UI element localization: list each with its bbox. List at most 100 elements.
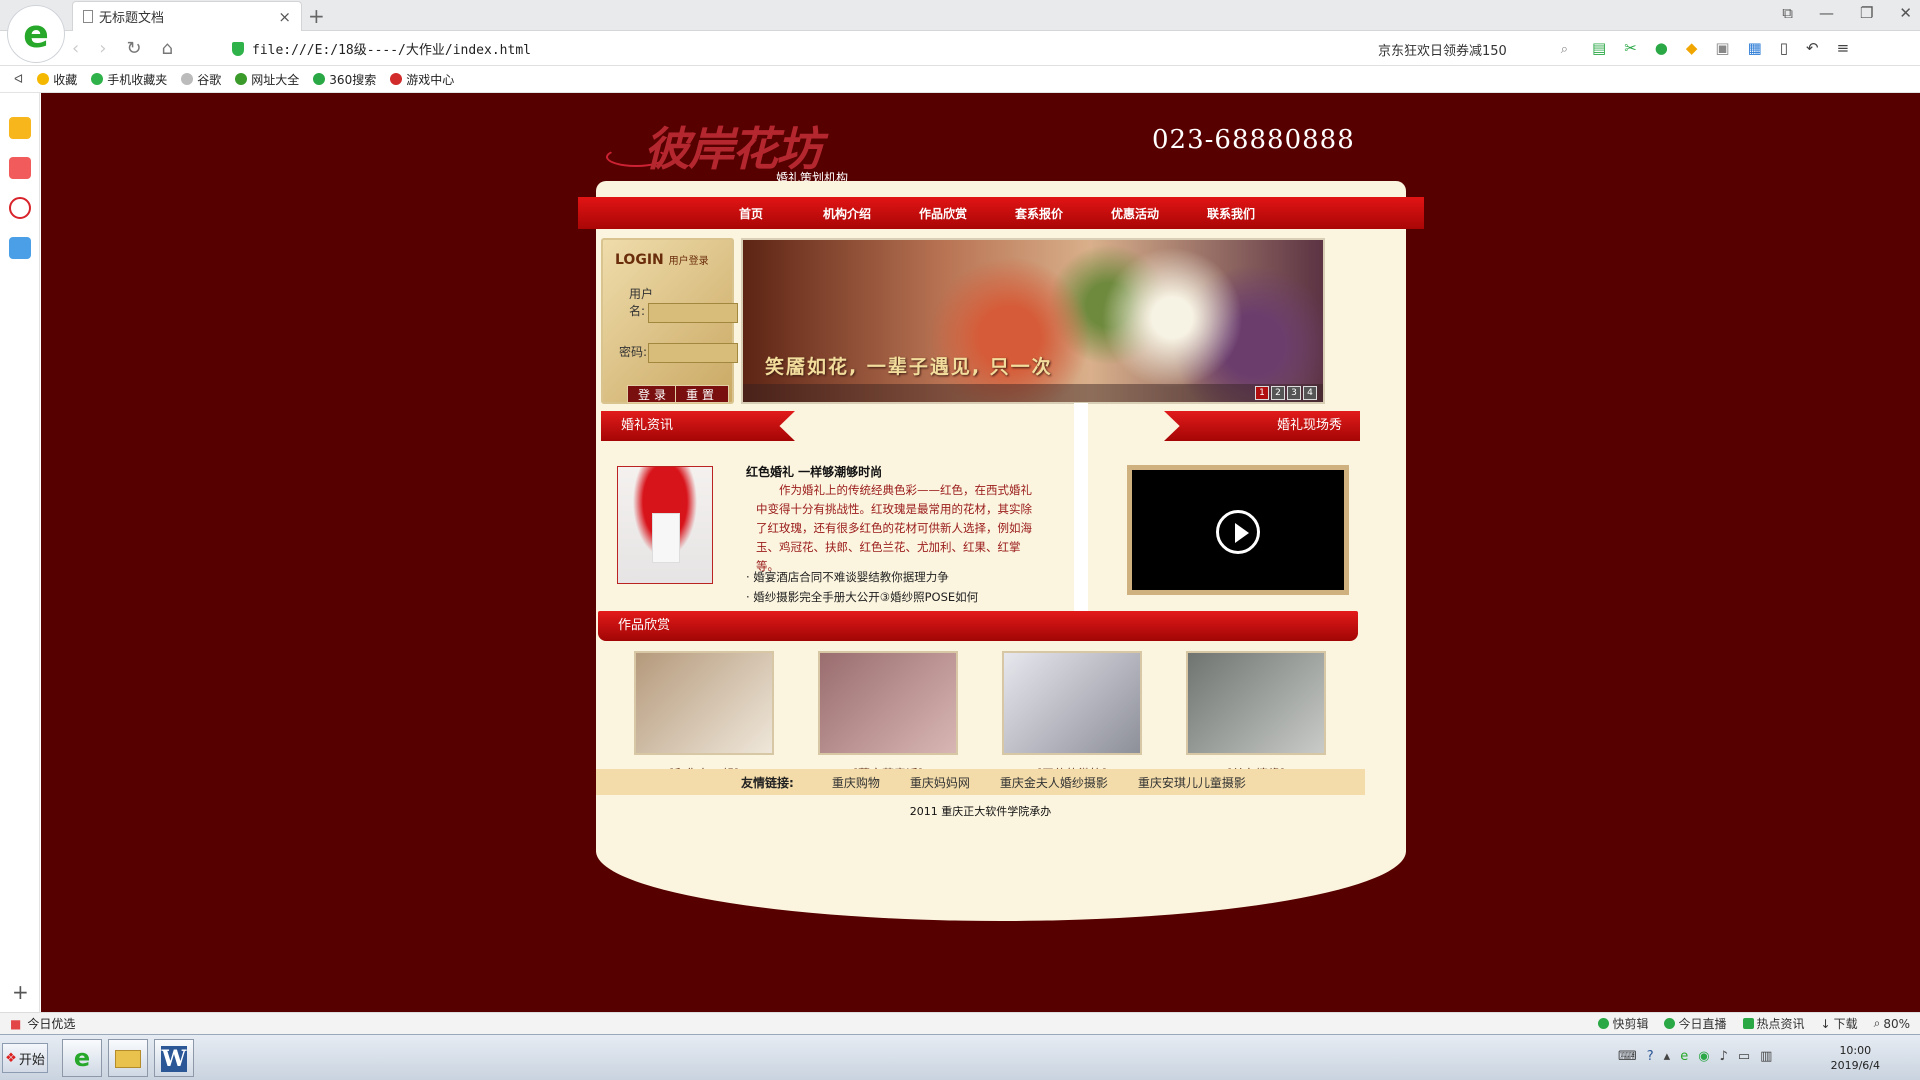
fav-item-2[interactable]: 谷歌 — [181, 71, 221, 88]
friend-link[interactable]: 重庆金夫人婚纱摄影 — [1000, 774, 1108, 791]
menu-about[interactable]: 机构介绍 — [799, 205, 895, 222]
notes-icon[interactable] — [9, 157, 31, 179]
tablet-icon[interactable]: ▯ — [1780, 39, 1788, 57]
fav-item-1[interactable]: 手机收藏夹 — [91, 71, 167, 88]
live-item[interactable]: 今日直播 — [1664, 1015, 1727, 1032]
search-input[interactable]: 京东狂欢日领券减150 ⌕ — [1378, 38, 1568, 60]
download-item[interactable]: ↓ 下载 — [1821, 1015, 1858, 1032]
banner-pager: 1 2 3 4 — [1255, 386, 1317, 400]
banner-page-2[interactable]: 2 — [1271, 386, 1285, 400]
password-field[interactable] — [648, 343, 738, 363]
back-icon[interactable]: ‹ — [72, 38, 79, 59]
url-field[interactable]: file:///E:/18级----/大作业/index.html — [232, 39, 531, 58]
username-field[interactable] — [648, 303, 738, 323]
shield-icon[interactable]: ◆ — [1686, 39, 1698, 57]
password-label: 密码: — [619, 345, 648, 359]
wifi-icon[interactable]: ▥ — [1760, 1049, 1772, 1064]
forward-icon[interactable]: › — [99, 38, 106, 59]
apps-icon[interactable]: ▦ — [1748, 39, 1762, 57]
work-photo — [1186, 651, 1326, 755]
menu-contact[interactable]: 联系我们 — [1183, 205, 1279, 222]
windows-logo-icon: ❖ — [5, 1050, 17, 1066]
menu-icon[interactable]: ≡ — [1837, 39, 1850, 57]
menu-works[interactable]: 作品欣赏 — [895, 205, 991, 222]
fav-item-3[interactable]: 网址大全 — [235, 71, 299, 88]
login-title: LOGIN 用户登录 — [615, 252, 709, 268]
security-tray-icon[interactable]: ◉ — [1698, 1049, 1709, 1064]
news-title[interactable]: 红色婚礼 一样够潮够时尚 — [746, 463, 882, 480]
friend-links-bar: 友情链接: 重庆购物 重庆妈妈网 重庆金夫人婚纱摄影 重庆安琪儿儿童摄影 — [596, 769, 1365, 795]
news-link[interactable]: · 婚纱摄影完全手册大公开③婚纱照POSE如何 — [746, 587, 978, 607]
clock[interactable]: 10:00 2019/6/4 — [1831, 1043, 1880, 1073]
quick-clip-item[interactable]: 快剪辑 — [1598, 1015, 1648, 1032]
close-tab-icon[interactable]: × — [278, 8, 291, 26]
menu-home[interactable]: 首页 — [703, 205, 799, 222]
browser-status-bar: ■ 今日优选 快剪辑 今日直播 热点资讯 ↓ 下载 ⌕ 80% — [0, 1012, 1920, 1034]
reader-icon[interactable]: ▤ — [1592, 39, 1606, 57]
work-item[interactable]: [单车情缘] — [1186, 651, 1326, 782]
network-icon[interactable]: ▴ — [1664, 1049, 1671, 1064]
news-link[interactable]: · 婚宴酒店合同不难谈婴结教你据理力争 — [746, 567, 978, 587]
page-icon — [181, 73, 194, 85]
maximize-button[interactable]: ❐ — [1860, 4, 1873, 22]
play-icon[interactable] — [1216, 510, 1260, 554]
reset-button[interactable]: 重置 — [675, 385, 729, 403]
news-dot-icon — [1742, 1018, 1754, 1029]
banner-page-4[interactable]: 4 — [1303, 386, 1317, 400]
taskbar-browser-icon[interactable]: e — [62, 1039, 102, 1077]
weibo-icon[interactable] — [9, 197, 31, 219]
translate-icon[interactable]: ● — [1655, 39, 1668, 57]
video-player[interactable] — [1127, 465, 1349, 595]
work-item[interactable]: [天使的微笑] — [1002, 651, 1142, 782]
image-icon[interactable]: ▣ — [1715, 39, 1729, 57]
menu-packages[interactable]: 套系报价 — [991, 205, 1087, 222]
undo-icon[interactable]: ↶ — [1806, 39, 1819, 57]
clock-time: 10:00 — [1839, 1044, 1872, 1057]
zoom-level[interactable]: ⌕ 80% — [1874, 1015, 1910, 1032]
new-tab-button[interactable]: + — [308, 4, 325, 28]
browser-tab[interactable]: 无标题文档 × — [72, 1, 302, 31]
banner-page-1[interactable]: 1 — [1255, 386, 1269, 400]
start-button[interactable]: ❖ 开始 — [2, 1043, 48, 1073]
minimize-button[interactable]: — — [1819, 4, 1834, 22]
login-button[interactable]: 登录 — [627, 385, 681, 403]
site-container: 彼岸花坊 婚礼策划机构 023-68880888 首页 机构介绍 作品欣赏 套系… — [578, 93, 1424, 1012]
volume-icon[interactable]: ♪ — [1720, 1049, 1728, 1064]
tab-title: 无标题文档 — [99, 11, 165, 26]
site-logo[interactable]: 彼岸花坊 婚礼策划机构 — [606, 107, 848, 185]
hot-news-item[interactable]: 热点资讯 — [1742, 1015, 1805, 1032]
work-item[interactable]: [和你在一起] — [634, 651, 774, 782]
banner-slideshow[interactable]: 笑靥如花, 一辈子遇见, 只一次 1 2 3 4 — [741, 238, 1325, 404]
menu-promotions[interactable]: 优惠活动 — [1087, 205, 1183, 222]
document-icon — [83, 10, 93, 23]
friend-link[interactable]: 重庆安琪儿儿童摄影 — [1138, 774, 1246, 791]
friend-link[interactable]: 重庆购物 — [832, 774, 880, 791]
restore-tabs-icon[interactable]: ⧉ — [1782, 4, 1793, 22]
close-window-button[interactable]: ✕ — [1899, 4, 1912, 22]
display-icon[interactable]: ▭ — [1738, 1049, 1750, 1064]
scissors-icon[interactable]: ✂ — [1624, 39, 1637, 57]
fav-item-0[interactable]: 收藏 — [37, 71, 77, 88]
browser-tray-icon[interactable]: e — [1680, 1049, 1688, 1064]
help-icon[interactable]: ? — [1647, 1049, 1654, 1064]
taskbar-word-icon[interactable]: W — [154, 1039, 194, 1077]
news-thumbnail[interactable] — [617, 466, 713, 584]
game-icon — [390, 73, 403, 85]
refresh-icon[interactable]: ↻ — [126, 38, 141, 59]
add-icon[interactable]: + — [12, 980, 29, 1004]
banner-caption: 笑靥如花, 一辈子遇见, 只一次 — [765, 356, 1053, 378]
browser-logo-icon[interactable]: e — [8, 6, 64, 62]
friend-link[interactable]: 重庆妈妈网 — [910, 774, 970, 791]
home-icon[interactable]: ⌂ — [162, 38, 173, 59]
banner-page-3[interactable]: 3 — [1287, 386, 1301, 400]
fav-item-5[interactable]: 游戏中心 — [390, 71, 454, 88]
fav-item-4[interactable]: 360搜索 — [313, 71, 376, 88]
today-picks-label[interactable]: 今日优选 — [27, 1015, 75, 1032]
favorites-star-icon[interactable] — [9, 117, 31, 139]
taskbar-explorer-icon[interactable] — [108, 1039, 148, 1077]
sidebar-toggle-icon[interactable]: ᐊ — [14, 72, 23, 86]
search-icon[interactable]: ⌕ — [1561, 42, 1568, 57]
mail-icon[interactable] — [9, 237, 31, 259]
keyboard-icon[interactable]: ⌨ — [1618, 1049, 1637, 1064]
work-item[interactable]: [薰衣草童话] — [818, 651, 958, 782]
